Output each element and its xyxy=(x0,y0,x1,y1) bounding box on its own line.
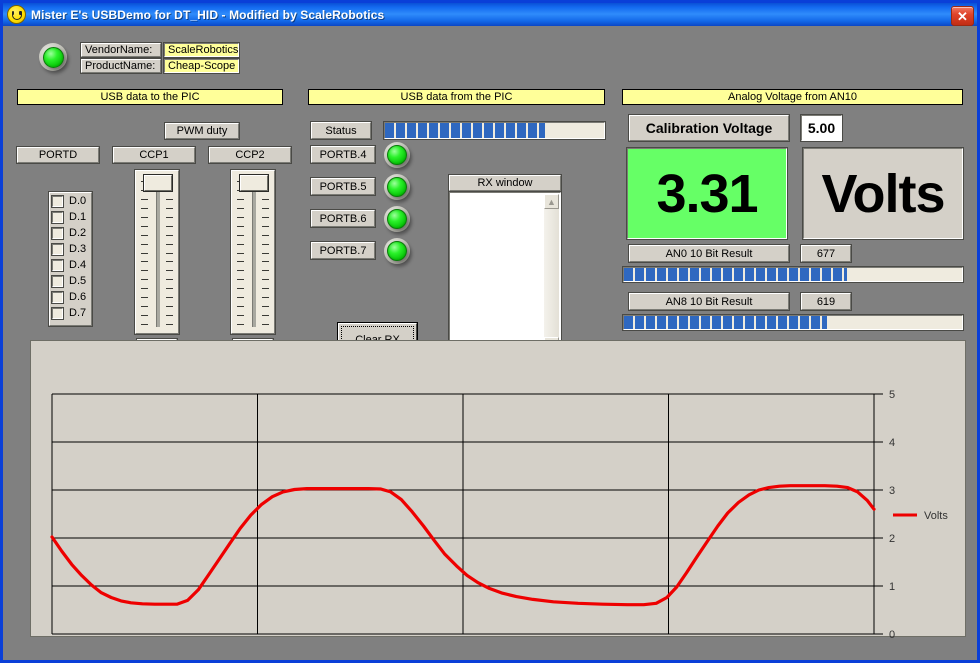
checkbox-box-d2[interactable] xyxy=(52,228,63,239)
calibration-voltage-value: 5.00 xyxy=(808,120,835,136)
rx-window-scrollbar[interactable]: ▲ ▼ xyxy=(544,194,559,352)
ccp2-label: CCP2 xyxy=(209,147,291,163)
oscilloscope-chart: 0 1 2 3 4 5 Volts xyxy=(31,341,967,638)
an0-progress-fill xyxy=(624,268,847,281)
an0-result-value: 677 xyxy=(801,245,851,262)
checkbox-label-d1: D.1 xyxy=(69,211,86,223)
status-progress-fill xyxy=(385,123,545,138)
checkbox-label-d2: D.2 xyxy=(69,227,86,239)
chart-legend: Volts xyxy=(893,510,948,522)
ccp1-slider-thumb[interactable] xyxy=(144,175,172,191)
an0-progress-bar xyxy=(623,267,963,282)
calibration-voltage-label: Calibration Voltage xyxy=(629,115,789,141)
smiley-face-icon xyxy=(7,5,26,24)
svg-text:2: 2 xyxy=(889,533,895,545)
calibration-voltage-input[interactable]: 5.00 xyxy=(801,115,842,141)
checkbox-d3[interactable]: D.3 xyxy=(52,242,112,256)
checkbox-label-d4: D.4 xyxy=(69,259,86,271)
product-name-value: Cheap-Scope xyxy=(164,59,239,73)
checkbox-box-d4[interactable] xyxy=(52,260,63,271)
an0-result-label: AN0 10 Bit Result xyxy=(629,245,789,262)
checkbox-box-d7[interactable] xyxy=(52,308,63,319)
ccp1-label: CCP1 xyxy=(113,147,195,163)
checkbox-d0[interactable]: D.0 xyxy=(52,194,112,208)
portd-checkbox-list: D.0 D.1 D.2 D.3 D.4 D.5 D.6 D.7 xyxy=(52,194,112,324)
device-connected-led xyxy=(39,43,67,71)
oscilloscope-chart-panel: 0 1 2 3 4 5 Volts xyxy=(30,340,966,637)
close-button[interactable]: ✕ xyxy=(951,6,974,26)
an8-result-value: 619 xyxy=(801,293,851,310)
ccp2-slider-groove xyxy=(252,181,256,327)
ccp1-slider-groove xyxy=(156,181,160,327)
an8-progress-fill xyxy=(624,316,827,329)
checkbox-d2[interactable]: D.2 xyxy=(52,226,112,240)
checkbox-box-d0[interactable] xyxy=(52,196,63,207)
checkbox-d5[interactable]: D.5 xyxy=(52,274,112,288)
title-bar: Mister E's USBDemo for DT_HID - Modified… xyxy=(3,3,977,26)
client-area: VendorName: ScaleRobotics ProductName: C… xyxy=(3,26,977,660)
checkbox-label-d3: D.3 xyxy=(69,243,86,255)
window-title: Mister E's USBDemo for DT_HID - Modified… xyxy=(31,8,384,22)
checkbox-box-d6[interactable] xyxy=(52,292,63,303)
svg-text:4: 4 xyxy=(889,437,895,449)
scrollbar-up-button[interactable]: ▲ xyxy=(544,194,559,209)
checkbox-label-d7: D.7 xyxy=(69,307,86,319)
ccp1-slider[interactable] xyxy=(135,170,179,334)
portb6-label: PORTB.6 xyxy=(311,210,375,227)
checkbox-box-d3[interactable] xyxy=(52,244,63,255)
voltage-reading-display: 3.31 xyxy=(627,148,787,239)
checkbox-box-d5[interactable] xyxy=(52,276,63,287)
rx-window-title: RX window xyxy=(449,175,561,191)
voltage-unit-display: Volts xyxy=(803,148,963,239)
voltage-unit-text: Volts xyxy=(821,163,944,225)
ccp2-ticks-right xyxy=(261,181,269,325)
ccp1-ticks-right xyxy=(165,181,173,325)
application-window: Mister E's USBDemo for DT_HID - Modified… xyxy=(0,0,980,663)
svg-text:5: 5 xyxy=(889,389,895,401)
svg-text:3: 3 xyxy=(889,485,895,497)
checkbox-label-d0: D.0 xyxy=(69,195,86,207)
portd-label: PORTD xyxy=(17,147,99,163)
checkbox-d1[interactable]: D.1 xyxy=(52,210,112,224)
svg-text:1: 1 xyxy=(889,581,895,593)
portb5-led xyxy=(384,174,410,200)
checkbox-d4[interactable]: D.4 xyxy=(52,258,112,272)
checkbox-label-d5: D.5 xyxy=(69,275,86,287)
portb4-label: PORTB.4 xyxy=(311,146,375,163)
chart-gridlines xyxy=(52,394,883,634)
status-progress-bar xyxy=(384,122,605,139)
an8-result-label: AN8 10 Bit Result xyxy=(629,293,789,310)
portb7-led xyxy=(384,238,410,264)
pwm-duty-label: PWM duty xyxy=(165,123,239,139)
voltage-reading-value: 3.31 xyxy=(656,163,757,225)
calibration-voltage-label-text: Calibration Voltage xyxy=(646,120,773,136)
ccp2-ticks-left xyxy=(237,181,245,325)
svg-text:0: 0 xyxy=(889,629,895,638)
ccp1-ticks-left xyxy=(141,181,149,325)
legend-label-volts: Volts xyxy=(924,510,948,522)
usb-from-pic-header: USB data from the PIC xyxy=(308,89,605,105)
checkbox-d6[interactable]: D.6 xyxy=(52,290,112,304)
usb-to-pic-header: USB data to the PIC xyxy=(17,89,283,105)
analog-voltage-header: Analog Voltage from AN10 xyxy=(622,89,963,105)
product-name-label: ProductName: xyxy=(81,59,161,73)
checkbox-d7[interactable]: D.7 xyxy=(52,306,112,320)
vendor-name-label: VendorName: xyxy=(81,43,161,57)
chevron-up-icon: ▲ xyxy=(547,197,556,207)
portb6-led xyxy=(384,206,410,232)
checkbox-label-d6: D.6 xyxy=(69,291,86,303)
ccp2-slider[interactable] xyxy=(231,170,275,334)
an8-progress-bar xyxy=(623,315,963,330)
checkbox-box-d1[interactable] xyxy=(52,212,63,223)
vendor-name-value: ScaleRobotics xyxy=(164,43,239,57)
portb5-label: PORTB.5 xyxy=(311,178,375,195)
status-label: Status xyxy=(311,122,371,139)
portb4-led xyxy=(384,142,410,168)
portb7-label: PORTB.7 xyxy=(311,242,375,259)
ccp2-slider-thumb[interactable] xyxy=(240,175,268,191)
